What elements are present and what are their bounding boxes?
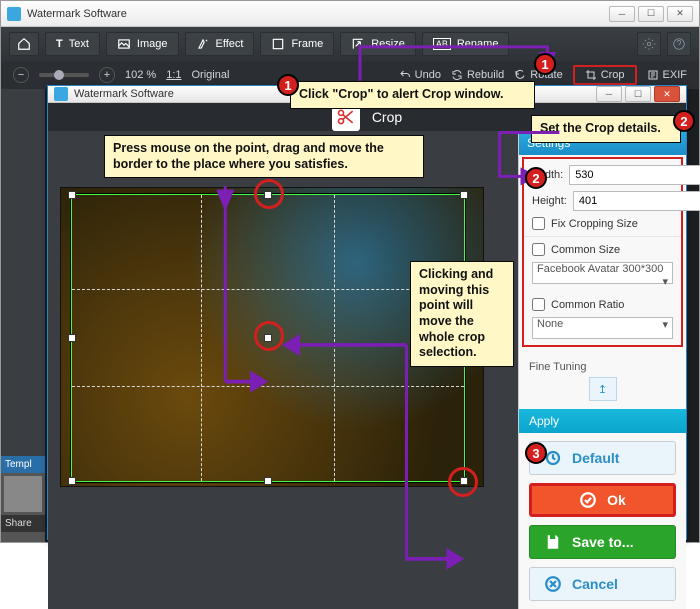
common-ratio-label: Common Ratio xyxy=(551,299,624,311)
crop-selection[interactable] xyxy=(71,194,465,482)
close-button[interactable]: ✕ xyxy=(667,6,693,22)
fix-size-label: Fix Cropping Size xyxy=(551,218,638,230)
handle-mid-left[interactable] xyxy=(68,334,76,342)
height-input[interactable] xyxy=(573,191,700,211)
undo-button[interactable]: Undo xyxy=(399,69,441,81)
callout-drag-border: Press mouse on the point, drag and move … xyxy=(104,135,424,178)
common-size-select[interactable]: Facebook Avatar 300*300▾ xyxy=(532,262,673,284)
exif-button[interactable]: EXIF xyxy=(647,69,687,81)
handle-center[interactable] xyxy=(264,334,272,342)
help-icon[interactable] xyxy=(667,32,691,56)
badge-1: 1 xyxy=(534,53,556,75)
save-button[interactable]: Save to... xyxy=(529,525,676,559)
cancel-button[interactable]: Cancel xyxy=(529,567,676,601)
gear-icon[interactable] xyxy=(637,32,661,56)
settings-box: Width: Height: Fix Cropping Size Common … xyxy=(522,157,683,347)
zoom-percent: 102 % xyxy=(125,69,156,81)
left-footer: Templ Share xyxy=(1,456,45,542)
crop-workspace: Press mouse on the point, drag and move … xyxy=(48,131,518,609)
handle-top-mid[interactable] xyxy=(264,191,272,199)
height-label: Height: xyxy=(532,195,567,207)
handle-bot-left[interactable] xyxy=(68,477,76,485)
template-thumb[interactable] xyxy=(4,476,42,512)
zoom-slider[interactable] xyxy=(39,73,89,77)
badge-2b: 2 xyxy=(525,167,547,189)
crop-banner-label: Crop xyxy=(372,109,402,125)
badge-2: 2 xyxy=(673,110,695,132)
handle-bot-mid[interactable] xyxy=(264,477,272,485)
fine-tune-up-button[interactable]: ↥ xyxy=(589,377,617,401)
share-button[interactable]: Share xyxy=(1,515,45,532)
fine-tune-label: Fine Tuning xyxy=(529,361,586,373)
handle-top-right[interactable] xyxy=(460,191,468,199)
rename-button[interactable]: ABRename xyxy=(422,32,510,56)
handle-bot-right[interactable] xyxy=(460,477,468,485)
frame-button[interactable]: Frame xyxy=(260,32,334,56)
original-label[interactable]: Original xyxy=(192,69,230,81)
text-button[interactable]: TText xyxy=(45,32,100,56)
common-ratio-select[interactable]: None▾ xyxy=(532,317,673,339)
zoom-in-icon[interactable]: + xyxy=(99,67,115,83)
zoom-out-icon[interactable]: − xyxy=(13,67,29,83)
main-toolbar: TText Image Effect Frame Resize ABRename xyxy=(1,27,699,61)
templates-tab[interactable]: Templ xyxy=(1,456,45,473)
crop-close-button[interactable]: ✕ xyxy=(654,86,680,102)
image-button[interactable]: Image xyxy=(106,32,179,56)
badge-1b: 1 xyxy=(277,74,299,96)
crop-button[interactable]: Crop xyxy=(573,65,637,85)
callout-click-crop: Click "Crop" to alert Crop window. xyxy=(290,81,535,109)
crop-window: Watermark Software ─ ☐ ✕ Crop xyxy=(47,85,687,540)
fix-size-checkbox[interactable] xyxy=(532,217,545,230)
minimize-button[interactable]: ─ xyxy=(609,6,635,22)
effect-button[interactable]: Effect xyxy=(185,32,255,56)
apply-header: Apply xyxy=(519,409,686,433)
maximize-button[interactable]: ☐ xyxy=(638,6,664,22)
callout-set-details: Set the Crop details. xyxy=(531,115,681,143)
crop-minimize-button[interactable]: ─ xyxy=(596,86,622,102)
common-size-label: Common Size xyxy=(551,244,620,256)
app-icon xyxy=(54,87,68,101)
crop-window-title: Watermark Software xyxy=(74,88,174,100)
badge-3: 3 xyxy=(525,442,547,464)
rebuild-button[interactable]: Rebuild xyxy=(451,69,504,81)
width-input[interactable] xyxy=(569,165,700,185)
app-icon xyxy=(7,7,21,21)
handle-top-left[interactable] xyxy=(68,191,76,199)
ok-button[interactable]: Ok xyxy=(529,483,676,517)
default-button[interactable]: Default xyxy=(529,441,676,475)
fine-tune-section: Fine Tuning ↥ xyxy=(519,353,686,409)
common-ratio-checkbox[interactable] xyxy=(532,298,545,311)
callout-center-move: Clicking and moving this point will move… xyxy=(410,261,514,367)
crop-side-panel: Settings Width: Height: Fix Cropping Siz… xyxy=(518,131,686,609)
ratio-label[interactable]: 1:1 xyxy=(166,69,181,81)
home-button[interactable] xyxy=(9,32,39,56)
main-titlebar[interactable]: Watermark Software ─ ☐ ✕ xyxy=(1,1,699,27)
crop-maximize-button[interactable]: ☐ xyxy=(625,86,651,102)
resize-button[interactable]: Resize xyxy=(340,32,416,56)
common-size-checkbox[interactable] xyxy=(532,243,545,256)
main-title: Watermark Software xyxy=(27,8,127,20)
